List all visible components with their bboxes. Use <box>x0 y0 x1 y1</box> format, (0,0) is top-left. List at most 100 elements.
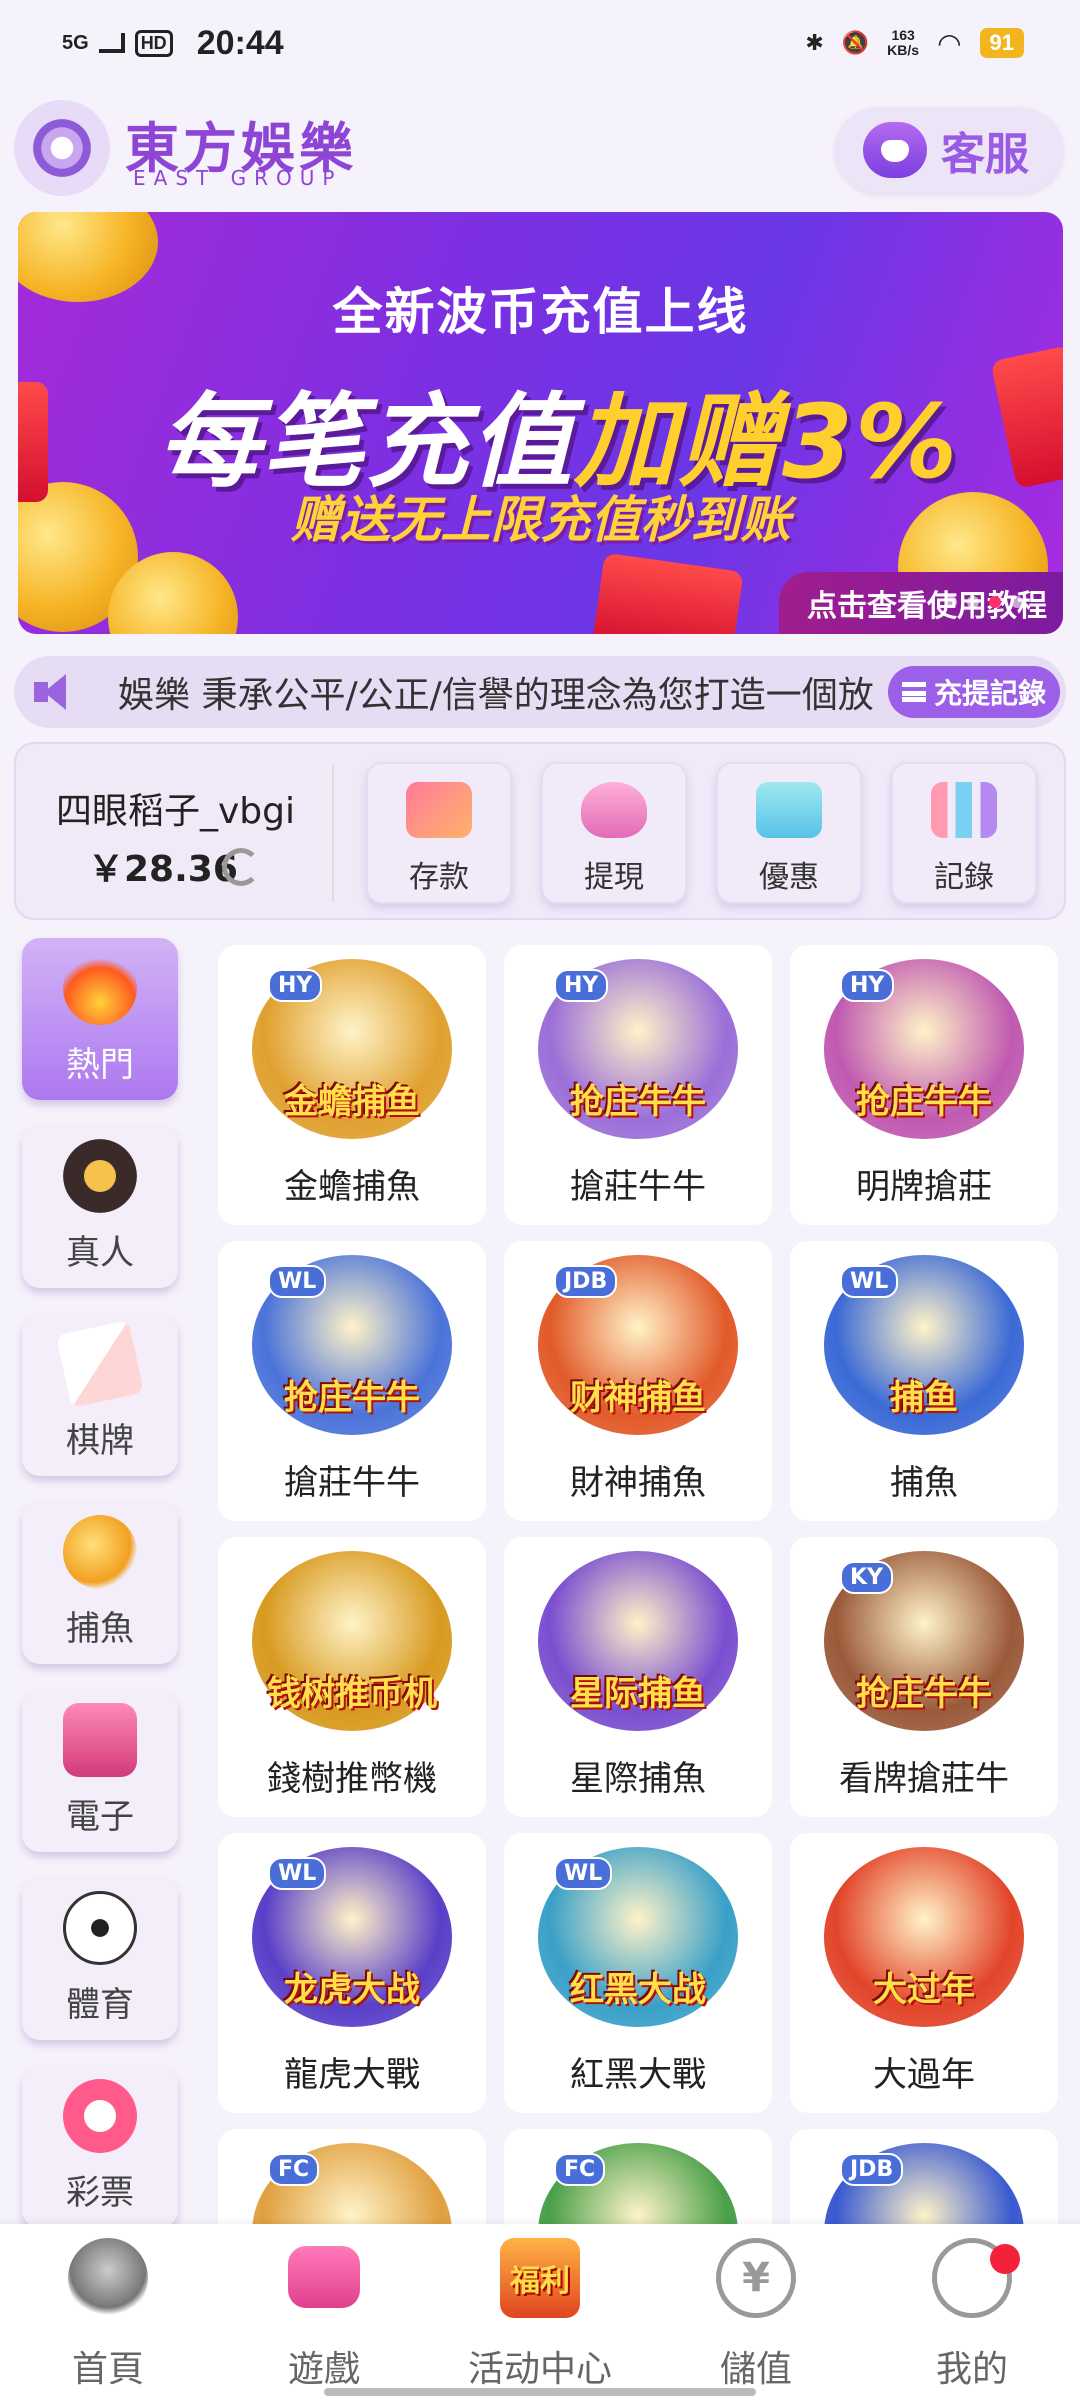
game-label: 錢樹推幣機 <box>267 1759 437 1799</box>
pagination-dot-active <box>989 596 1001 608</box>
withdraw-button[interactable]: 提現 <box>541 762 687 904</box>
category-label: 電子 <box>66 1797 134 1837</box>
transaction-records-button[interactable]: 充提記錄 <box>887 666 1060 718</box>
soccer-ball-icon <box>63 1891 137 1965</box>
game-label: 紅黑大戰 <box>570 2055 706 2095</box>
deposit-label: 存款 <box>409 860 469 895</box>
game-card[interactable]: HY 抢庄牛牛 搶莊牛牛 <box>504 945 772 1225</box>
game-card[interactable]: JDB 财神捕鱼 財神捕魚 <box>504 1241 772 1521</box>
provider-tag: FC <box>268 2153 320 2186</box>
battery-indicator: 91 <box>979 28 1024 58</box>
game-art-title: 星际捕鱼 <box>570 1674 706 1714</box>
promo-banner[interactable]: 全新波币充值上线 每笔充值加赠3% 赠送无上限充值秒到账 点击查看使用教程 <box>18 212 1063 634</box>
nav-home[interactable]: 首頁 <box>18 2238 198 2392</box>
bluetooth-icon: ✱ <box>805 30 824 55</box>
yuan-deposit-icon: ¥ <box>716 2238 796 2318</box>
announcement-text: 娛樂 秉承公平/公正/信譽的理念為您打造一個放 <box>118 675 874 716</box>
username: 四眼稻子_vbgi <box>56 791 296 832</box>
chip-icon <box>63 1139 137 1213</box>
hd-icon: HD <box>134 29 173 57</box>
home-indicator <box>324 2388 756 2396</box>
banner-pagination <box>945 596 1023 608</box>
category-slots[interactable]: 電子 <box>22 1690 178 1852</box>
game-thumbnail: WL 龙虎大战 <box>252 1847 452 2027</box>
game-label: 龍虎大戰 <box>284 2055 420 2095</box>
speed-unit: KB/s <box>887 42 920 58</box>
game-label: 大過年 <box>873 2055 975 2095</box>
lottery-ball-icon <box>63 2079 137 2153</box>
game-thumbnail: 星际捕鱼 <box>538 1551 738 1731</box>
game-label: 看牌搶莊牛 <box>839 1759 1009 1799</box>
provider-tag: WL <box>840 1265 899 1298</box>
promotions-label: 優惠 <box>759 860 819 895</box>
brand-logo-icon <box>14 100 110 196</box>
nav-profile[interactable]: 我的 <box>882 2238 1062 2392</box>
app-header: 東方娛樂 EAST GROUP 客服 <box>0 92 1080 207</box>
nav-label: 活动中心 <box>467 2349 612 2390</box>
announcement-bar[interactable]: 娛樂 秉承公平/公正/信譽的理念為您打造一個放 充提記錄 <box>14 656 1066 728</box>
game-card[interactable]: 钱树推币机錢樹推幣機 <box>218 1537 486 1817</box>
refresh-balance-icon[interactable] <box>222 848 260 886</box>
game-card[interactable]: KY 抢庄牛牛 看牌搶莊牛 <box>790 1537 1058 1817</box>
category-label: 捕魚 <box>66 1609 134 1649</box>
banner-subline: 赠送无上限充值秒到账 <box>290 491 791 549</box>
category-sports[interactable]: 體育 <box>22 1878 178 2040</box>
customer-service-button[interactable]: 客服 <box>835 107 1063 193</box>
game-label: 金蟾捕魚 <box>284 1167 420 1207</box>
notification-badge <box>990 2244 1020 2274</box>
provider-tag: WL <box>554 1857 613 1890</box>
divider <box>332 764 334 902</box>
game-art-title: 大过年 <box>873 1970 975 2010</box>
pagination-dot <box>967 596 979 608</box>
game-art-title: 抢庄牛牛 <box>856 1674 992 1714</box>
fire-icon <box>63 951 137 1025</box>
category-live[interactable]: 真人 <box>22 1126 178 1288</box>
game-thumbnail: 钱树推币机 <box>252 1551 452 1731</box>
headset-icon <box>863 122 927 178</box>
provider-tag: HY <box>268 969 323 1002</box>
withdraw-label: 提現 <box>584 860 644 895</box>
game-card[interactable]: WL 抢庄牛牛 搶莊牛牛 <box>218 1241 486 1521</box>
promotions-button[interactable]: 優惠 <box>716 762 862 904</box>
nav-deposit[interactable]: ¥ 儲值 <box>666 2238 846 2392</box>
provider-tag: WL <box>268 1857 327 1890</box>
category-label: 真人 <box>66 1233 134 1273</box>
game-art-title: 龙虎大战 <box>284 1970 420 2010</box>
game-card[interactable]: HY 抢庄牛牛 明牌搶莊 <box>790 945 1058 1225</box>
deposit-button[interactable]: 存款 <box>366 762 512 904</box>
game-card[interactable]: WL 红黑大战紅黑大戰 <box>504 1833 772 2113</box>
game-thumbnail: WL 红黑大战 <box>538 1847 738 2027</box>
game-card[interactable]: 星际捕鱼 星際捕魚 <box>504 1537 772 1817</box>
provider-tag: HY <box>554 969 609 1002</box>
slot-icon <box>63 1703 137 1777</box>
category-cards[interactable]: 棋牌 <box>22 1314 178 1476</box>
game-art-title: 抢庄牛牛 <box>856 1082 992 1122</box>
game-art-title: 金蟾捕鱼 <box>284 1082 420 1122</box>
provider-tag: FC <box>554 2153 606 2186</box>
game-thumbnail: JDB 财神捕鱼 <box>538 1255 738 1435</box>
game-label: 捕魚 <box>890 1463 958 1503</box>
records-label: 記錄 <box>934 860 994 895</box>
transaction-records-label: 充提記錄 <box>933 677 1046 710</box>
game-label: 搶莊牛牛 <box>284 1463 420 1503</box>
treasure-chest-icon: 福利 <box>500 2238 580 2318</box>
game-card[interactable]: WL 龙虎大战龍虎大戰 <box>218 1833 486 2113</box>
game-art-title: 红黑大战 <box>570 1970 706 2010</box>
nav-activity-center[interactable]: 福利 活动中心 <box>450 2238 630 2392</box>
game-thumbnail: WL 捕鱼 <box>824 1255 1024 1435</box>
records-button[interactable]: 記錄 <box>891 762 1037 904</box>
game-thumbnail: HY 抢庄牛牛 <box>538 959 738 1139</box>
provider-tag: HY <box>840 969 895 1002</box>
game-art-title: 钱树推币机 <box>267 1674 437 1714</box>
speaker-icon <box>30 672 84 712</box>
game-card[interactable]: HY 金蟾捕鱼金蟾捕魚 <box>218 945 486 1225</box>
category-lottery[interactable]: 彩票 <box>22 2066 178 2228</box>
category-hot[interactable]: 熱門 <box>22 938 178 1100</box>
game-card[interactable]: 大过年 大過年 <box>790 1833 1058 2113</box>
category-label: 彩票 <box>66 2173 134 2213</box>
game-label: 星際捕魚 <box>570 1759 706 1799</box>
pagination-dot <box>945 596 957 608</box>
nav-games[interactable]: 遊戲 <box>234 2238 414 2392</box>
game-card[interactable]: WL 捕鱼捕魚 <box>790 1241 1058 1521</box>
category-fishing[interactable]: 捕魚 <box>22 1502 178 1664</box>
